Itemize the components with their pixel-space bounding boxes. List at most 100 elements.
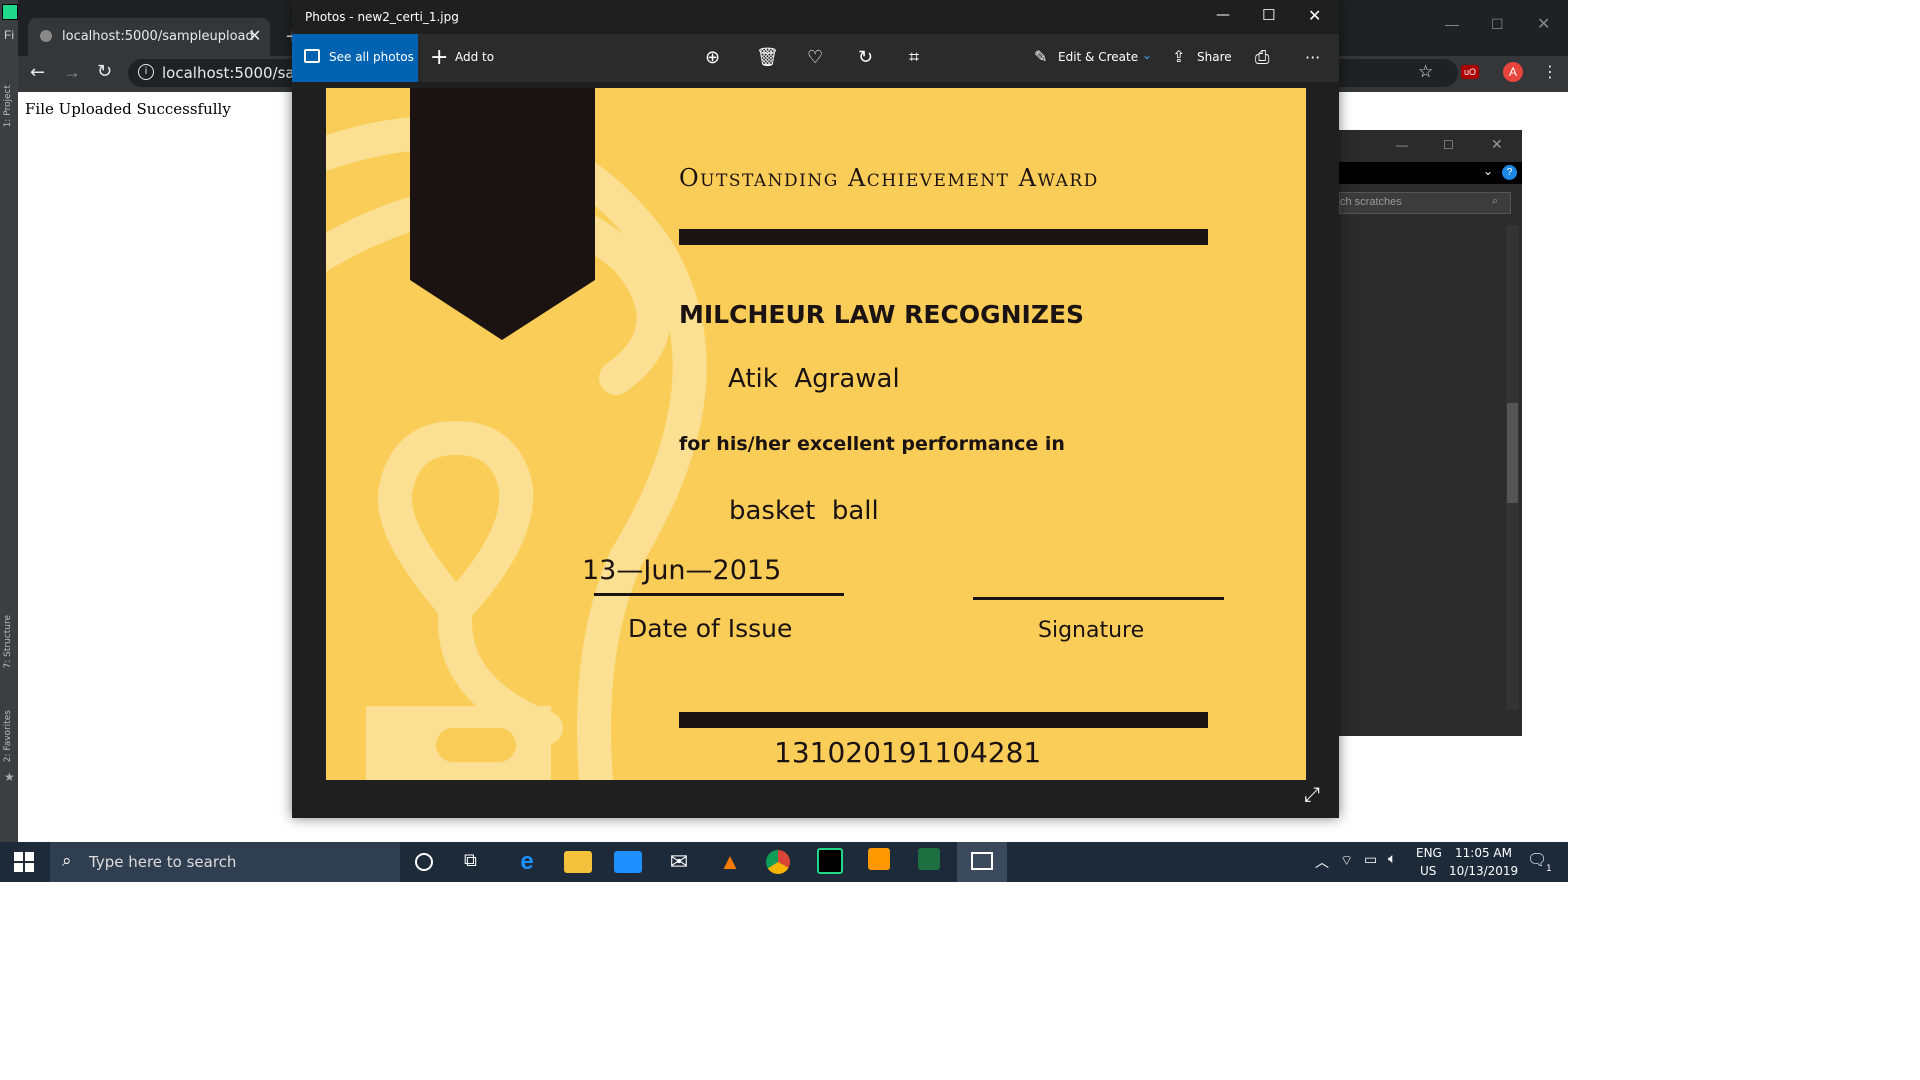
profile-avatar[interactable]: A (1503, 62, 1523, 82)
date-of-issue-label: Date of Issue (628, 614, 793, 643)
language-top[interactable]: ENG (1416, 846, 1442, 860)
issue-date: 13—Jun—2015 (582, 555, 782, 586)
browser-tab[interactable]: localhost:5000/sampleupload ✕ (28, 18, 270, 56)
serial-number: 131020191104281 (774, 736, 1042, 769)
volume-icon[interactable]: 🔈︎ (1388, 851, 1396, 867)
plus-icon: + (430, 45, 449, 70)
chevron-down-icon[interactable]: ⌄ (1483, 164, 1493, 178)
network-icon[interactable]: ⌔ (1340, 852, 1353, 870)
photos-window: Photos - new2_certi_1.jpg — ☐ ✕ See all … (292, 0, 1339, 818)
clock-time[interactable]: 11:05 AM (1455, 846, 1512, 860)
scratch-search-text: ch scratches (1340, 196, 1402, 208)
photos-icon (304, 49, 320, 63)
star-icon[interactable]: ★ (4, 770, 15, 784)
delete-icon[interactable]: 🗑︎ (756, 48, 779, 66)
photos-maximize-icon[interactable]: ☐ (1262, 6, 1275, 24)
task-view-icon[interactable]: ⧉ (464, 850, 477, 871)
signature-label: Signature (1038, 618, 1145, 643)
reload-icon[interactable]: ↻ (97, 61, 112, 82)
scratch-minimize-icon[interactable]: — (1396, 138, 1408, 152)
close-tab-icon[interactable]: ✕ (248, 26, 261, 45)
globe-icon (40, 30, 52, 42)
sublime-icon[interactable] (868, 848, 890, 870)
minimize-icon[interactable]: — (1445, 16, 1459, 32)
activity-text: basket ball (729, 496, 879, 526)
heart-icon[interactable]: ♡ (807, 48, 823, 66)
language-bottom[interactable]: US (1420, 864, 1436, 878)
edit-create-button[interactable]: ✎ Edit & Create ⌄ (1032, 44, 1152, 72)
file-explorer-icon[interactable] (564, 851, 592, 873)
see-all-photos-button[interactable]: See all photos (292, 34, 418, 82)
performance-text: for his/her excellent performance in (679, 433, 1065, 455)
browser-tab-title: localhost:5000/sampleupload (62, 29, 254, 44)
certificate-image: Outstanding Achievement Award MILCHEUR L… (326, 88, 1306, 780)
scratches-window: — ☐ ✕ ⌄ ? ch scratches ⌕ (1339, 130, 1522, 736)
scratch-search-input[interactable]: ch scratches ⌕ (1339, 192, 1511, 214)
more-options-icon[interactable]: ··· (1305, 48, 1320, 67)
edit-create-label: Edit & Create (1058, 50, 1139, 64)
chrome-icon[interactable] (766, 850, 790, 874)
share-button[interactable]: ⇪ Share (1172, 44, 1242, 72)
page-message: File Uploaded Successfully (25, 100, 231, 118)
help-icon[interactable]: ? (1502, 165, 1517, 180)
battery-icon[interactable]: ▭ (1364, 852, 1377, 868)
edit-icon: ✎ (1034, 47, 1048, 66)
scratch-close-icon[interactable]: ✕ (1491, 136, 1503, 153)
share-label: Share (1197, 50, 1232, 64)
close-window-icon[interactable]: ✕ (1537, 14, 1550, 34)
scratch-header (1339, 162, 1522, 184)
scratch-maximize-icon[interactable]: ☐ (1443, 138, 1454, 152)
photos-window-title: Photos - new2_certi_1.jpg (305, 10, 459, 24)
maximize-icon[interactable]: ☐ (1491, 16, 1504, 33)
vlc-icon[interactable]: ▲ (716, 848, 744, 876)
notification-count: 1 (1546, 864, 1552, 874)
print-icon[interactable]: ⎙ (1255, 48, 1269, 66)
chevron-up-icon[interactable]: ︿ (1315, 852, 1329, 872)
forward-icon[interactable]: → (63, 62, 81, 83)
mail-icon[interactable]: ✉ (665, 848, 693, 876)
info-icon[interactable]: i (138, 64, 154, 80)
add-to-label: Add to (455, 50, 495, 64)
taskbar-search-box[interactable]: ⌕ Type here to search (50, 842, 400, 882)
award-title: Outstanding Achievement Award (679, 164, 1099, 192)
rotate-icon[interactable]: ↻ (858, 48, 873, 66)
menu-kebab-icon[interactable]: ⋮ (1542, 62, 1558, 81)
clock-date[interactable]: 10/13/2019 (1449, 864, 1518, 878)
ide-tab-favorites[interactable]: 2: Favorites (3, 710, 13, 762)
edge-icon[interactable]: e (513, 848, 541, 876)
photos-minimize-icon[interactable]: — (1216, 7, 1230, 23)
extension-badge[interactable]: uO (1461, 65, 1480, 79)
recipient-name: Atik Agrawal (728, 364, 900, 394)
photos-taskbar-button[interactable] (957, 842, 1007, 882)
back-icon[interactable]: ← (30, 62, 45, 83)
bookmark-star-icon[interactable]: ☆ (1418, 62, 1433, 82)
windows-start-icon[interactable] (14, 852, 34, 872)
share-icon: ⇪ (1172, 47, 1186, 66)
chevron-down-icon: ⌄ (1142, 48, 1153, 62)
scrollbar[interactable] (1506, 225, 1519, 710)
recognizes-heading: MILCHEUR LAW RECOGNIZES (679, 300, 1085, 329)
photos-close-icon[interactable]: ✕ (1308, 6, 1321, 25)
ide-tab-structure[interactable]: 7: Structure (3, 615, 13, 669)
search-icon: ⌕ (62, 851, 72, 871)
photos-app-icon (971, 852, 993, 870)
fullscreen-expand-icon[interactable]: ⤢ (1304, 782, 1320, 806)
pycharm-icon[interactable] (817, 848, 843, 874)
see-all-label: See all photos (329, 50, 414, 64)
ide-tab-project[interactable]: 1: Project (3, 85, 13, 127)
photos-toolbar: See all photos + Add to ⊕ 🗑︎ ♡ ↻ ⌗ ✎ Edi… (292, 34, 1339, 82)
notification-icon[interactable]: 🗨︎ (1527, 850, 1547, 869)
store-icon[interactable] (614, 851, 642, 873)
taskbar-search-placeholder: Type here to search (89, 853, 237, 871)
excel-icon[interactable] (918, 848, 940, 870)
ide-side-panel: Fi 1: Project 7: Structure 2: Favorites … (0, 0, 18, 842)
scrollbar-thumb[interactable] (1507, 403, 1518, 503)
zoom-in-icon[interactable]: ⊕ (705, 48, 720, 66)
photos-titlebar: Photos - new2_certi_1.jpg — ☐ ✕ (292, 0, 1339, 34)
ide-menu-file[interactable]: Fi (4, 28, 14, 42)
add-to-button[interactable]: + Add to (430, 44, 500, 72)
ide-logo-icon (2, 4, 18, 20)
cortana-icon[interactable] (415, 853, 433, 871)
search-icon: ⌕ (1492, 195, 1499, 207)
crop-icon[interactable]: ⌗ (909, 48, 919, 66)
